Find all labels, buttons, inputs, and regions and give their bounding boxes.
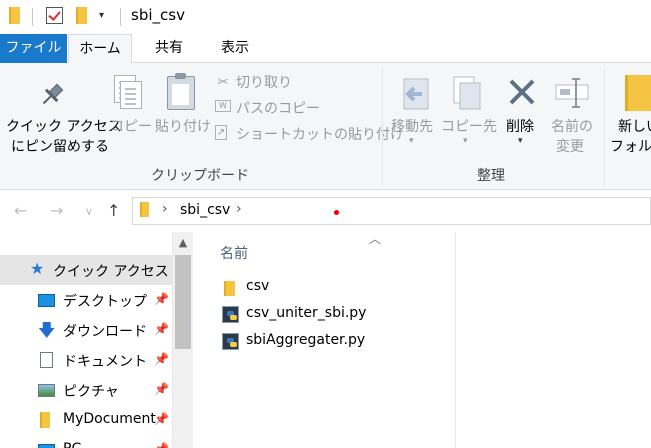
rename-icon <box>555 78 589 108</box>
nav-item-label: ピクチャ <box>63 384 119 400</box>
file-name: csv_uniter_sbi.py <box>246 305 367 321</box>
new-folder-icon <box>625 75 651 111</box>
pin-icon[interactable]: 📌 <box>154 382 169 396</box>
nav-item-mydocument[interactable]: MyDocument 📌 <box>0 405 172 435</box>
properties-icon[interactable] <box>46 7 63 24</box>
nav-item-downloads[interactable]: 🡇 ダウンロード 📌 <box>0 315 172 345</box>
folder-icon <box>40 412 50 428</box>
window-title: sbi_csv <box>131 6 185 24</box>
new-folder-label-line1: 新しい <box>618 119 651 135</box>
pc-icon <box>38 444 55 448</box>
chevron-right-icon[interactable]: › <box>236 201 242 217</box>
download-icon: 🡇 <box>38 321 56 341</box>
explorer-window: ▾ sbi_csv ファイル ホーム 共有 表示 クイック アクセス にピン留め… <box>0 0 651 448</box>
folder-icon <box>224 281 235 296</box>
title-bar: ▾ sbi_csv <box>0 0 651 34</box>
tab-share[interactable]: 共有 <box>138 34 200 63</box>
tab-home[interactable]: ホーム <box>68 34 132 64</box>
picture-icon <box>38 384 55 397</box>
file-name: sbiAggregater.py <box>246 332 366 348</box>
copy-path-icon: W <box>215 100 231 112</box>
scrollbar-thumb[interactable] <box>175 255 191 349</box>
cursor-marker <box>334 210 339 215</box>
copy-icon-back <box>120 81 142 109</box>
divider <box>120 8 121 26</box>
pin-icon[interactable]: 📌 <box>154 442 169 448</box>
group-divider <box>604 69 605 185</box>
recent-locations-icon[interactable]: ∨ <box>85 205 93 218</box>
nav-item-label: MyDocument <box>63 411 156 427</box>
star-icon: ★ <box>30 259 45 278</box>
move-to-icon <box>403 78 429 110</box>
ribbon-tabs: ファイル ホーム 共有 表示 <box>0 34 651 64</box>
nav-item-label: デスクトップ <box>63 294 147 310</box>
address-path-segment[interactable]: sbi_csv <box>180 202 230 218</box>
nav-item-label: PC <box>63 441 81 448</box>
new-folder-label-line2: フォルダー <box>610 139 651 155</box>
file-row[interactable]: csv <box>216 276 446 300</box>
file-row[interactable]: sbiAggregater.py <box>216 330 446 354</box>
paste-label: 貼り付け <box>155 119 211 135</box>
chevron-down-icon: ▾ <box>463 136 468 146</box>
nav-item-pictures[interactable]: ピクチャ 📌 <box>0 375 172 405</box>
group-divider <box>382 69 383 185</box>
pin-icon <box>42 83 64 105</box>
nav-item-label: クイック アクセス <box>53 264 169 280</box>
navigation-pane: ★ クイック アクセス デスクトップ 📌 🡇 ダウンロード 📌 ドキュメント 📌… <box>0 232 193 448</box>
copy-to-icon <box>453 76 481 110</box>
ribbon-home: クイック アクセス にピン留めする コピー 貼り付け ✂ 切り取り W パスのコ… <box>0 63 651 190</box>
nav-item-quick-access[interactable]: ★ クイック アクセス <box>0 255 172 285</box>
scissors-icon: ✂ <box>217 75 229 90</box>
copy-path-button[interactable]: パスのコピー <box>236 99 320 119</box>
pin-icon[interactable]: 📌 <box>154 322 169 336</box>
forward-icon[interactable]: → <box>50 201 63 220</box>
nav-item-desktop[interactable]: デスクトップ 📌 <box>0 285 172 315</box>
folder-icon <box>9 7 20 24</box>
python-file-icon <box>222 333 239 350</box>
group-label-organize: 整理 <box>477 168 505 184</box>
clipboard-icon <box>167 73 195 110</box>
chevron-right-icon[interactable]: › <box>162 201 168 217</box>
nav-item-pc[interactable]: PC 📌 <box>0 435 172 448</box>
back-icon[interactable]: ← <box>14 201 27 220</box>
scroll-up-icon[interactable]: ▲ <box>173 232 193 254</box>
column-header-name[interactable]: 名前 <box>220 243 248 263</box>
paste-shortcut-button[interactable]: ショートカットの貼り付け <box>236 125 404 145</box>
chevron-down-icon: ▾ <box>518 136 523 146</box>
rename-label-line2: 変更 <box>556 139 584 155</box>
pin-label-line2: にピン留めする <box>11 139 109 155</box>
file-row[interactable]: csv_uniter_sbi.py <box>216 303 446 327</box>
move-to-label: 移動先 <box>391 119 433 135</box>
nav-item-label: ドキュメント <box>63 354 147 370</box>
file-name: csv <box>246 278 270 294</box>
pin-label-line1: クイック アクセス <box>6 119 122 135</box>
pin-icon[interactable]: 📌 <box>154 352 169 366</box>
nav-pane-scrollbar[interactable]: ▲ <box>172 232 193 448</box>
divider <box>32 8 33 26</box>
copy-to-label: コピー先 <box>441 119 497 135</box>
customize-quick-access-icon[interactable]: ▾ <box>99 10 104 21</box>
python-file-icon <box>222 306 239 323</box>
paste-shortcut-icon: ↗ <box>215 125 227 140</box>
column-divider[interactable] <box>455 232 456 448</box>
copy-label: コピー <box>110 119 152 135</box>
pin-icon[interactable]: 📌 <box>154 292 169 306</box>
tab-file[interactable]: ファイル <box>0 34 67 63</box>
rename-label-line1: 名前の <box>551 119 593 135</box>
desktop-icon <box>38 294 55 307</box>
document-icon <box>40 352 53 368</box>
delete-label: 削除 <box>506 119 534 135</box>
chevron-down-icon: ▾ <box>409 136 414 146</box>
up-icon[interactable]: ↑ <box>107 201 120 220</box>
group-label-clipboard: クリップボード <box>151 168 249 184</box>
sort-ascending-icon: ︿ <box>369 232 382 246</box>
folder-icon <box>140 202 149 217</box>
tab-view[interactable]: 表示 <box>203 34 267 63</box>
pin-icon[interactable]: 📌 <box>154 412 169 426</box>
nav-item-label: ダウンロード <box>63 324 147 340</box>
nav-item-documents[interactable]: ドキュメント 📌 <box>0 345 172 375</box>
cut-button[interactable]: 切り取り <box>236 73 292 93</box>
delete-icon <box>509 79 535 105</box>
new-folder-quick-icon[interactable] <box>76 7 87 24</box>
